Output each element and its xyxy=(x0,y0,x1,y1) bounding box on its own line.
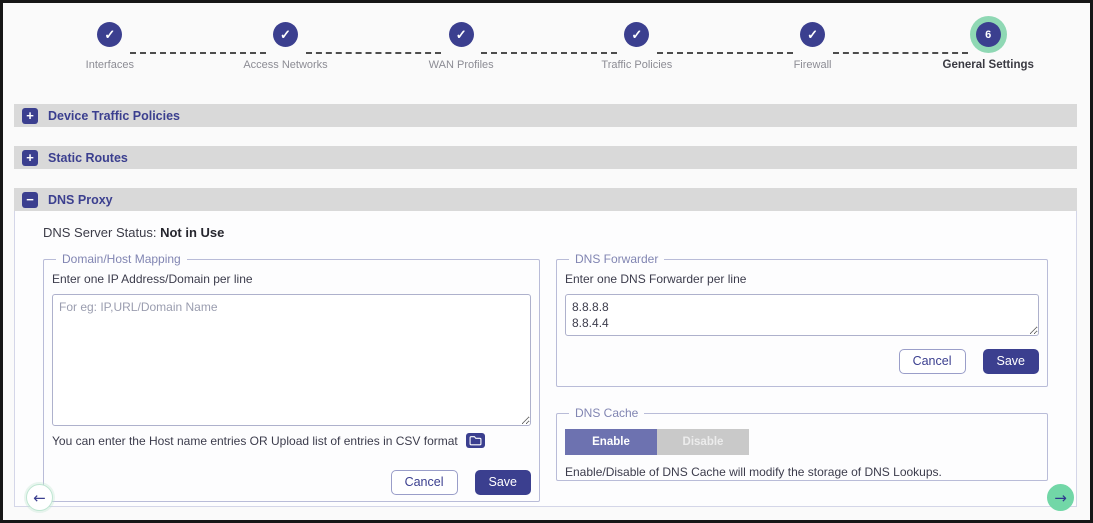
step-wan-profiles[interactable]: ✓ WAN Profiles xyxy=(373,22,549,71)
dns-server-status-value: Not in Use xyxy=(160,225,224,240)
step-traffic-policies[interactable]: ✓ Traffic Policies xyxy=(549,22,725,71)
step-firewall[interactable]: ✓ Firewall xyxy=(725,22,901,71)
host-mapping-cancel-button[interactable]: Cancel xyxy=(391,470,458,495)
step-label: Access Networks xyxy=(243,59,327,71)
dns-forwarder-cancel-button[interactable]: Cancel xyxy=(899,349,966,374)
dns-cache-section: DNS Cache Enable Disable Enable/Disable … xyxy=(556,406,1048,481)
folder-icon xyxy=(469,435,482,446)
previous-step-button[interactable]: ← xyxy=(26,484,53,511)
host-mapping-instruction: Enter one IP Address/Domain per line xyxy=(52,272,531,286)
dns-cache-disable-button[interactable]: Disable xyxy=(657,429,749,455)
dns-cache-toggle: Enable Disable xyxy=(565,429,1039,455)
domain-host-mapping-legend: Domain/Host Mapping xyxy=(56,252,187,266)
dns-cache-note: Enable/Disable of DNS Cache will modify … xyxy=(565,465,1039,479)
step-interfaces[interactable]: ✓ Interfaces xyxy=(22,22,198,71)
dns-forwarder-legend: DNS Forwarder xyxy=(569,252,664,266)
accordion-title: Device Traffic Policies xyxy=(48,109,180,123)
step-general-settings[interactable]: 6 General Settings xyxy=(900,22,1076,71)
step-label: Traffic Policies xyxy=(601,59,672,71)
dns-cache-enable-button[interactable]: Enable xyxy=(565,429,657,455)
dns-server-status-label: DNS Server Status: xyxy=(43,225,156,240)
dns-server-status: DNS Server Status: Not in Use xyxy=(43,225,1048,240)
dns-forwarder-instruction: Enter one DNS Forwarder per line xyxy=(565,272,1039,286)
accordion-title: Static Routes xyxy=(48,151,128,165)
dns-forwarder-section: DNS Forwarder Enter one DNS Forwarder pe… xyxy=(556,252,1048,387)
accordion-dns-proxy[interactable]: − DNS Proxy xyxy=(14,188,1077,211)
step-label: Interfaces xyxy=(86,59,134,71)
csv-upload-note: You can enter the Host name entries OR U… xyxy=(52,434,458,448)
dns-cache-legend: DNS Cache xyxy=(569,406,644,420)
dns-forwarder-textarea[interactable]: 8.8.8.8 8.8.4.4 xyxy=(565,294,1039,336)
step-check-icon: ✓ xyxy=(624,22,649,47)
accordion-static-routes[interactable]: + Static Routes xyxy=(14,146,1077,169)
step-access-networks[interactable]: ✓ Access Networks xyxy=(198,22,374,71)
step-check-icon: ✓ xyxy=(97,22,122,47)
step-label: Firewall xyxy=(794,59,832,71)
domain-host-mapping-section: Domain/Host Mapping Enter one IP Address… xyxy=(43,252,540,502)
expand-plus-icon[interactable]: + xyxy=(22,108,38,124)
wizard-stepper: ✓ Interfaces ✓ Access Networks ✓ WAN Pro… xyxy=(3,3,1090,104)
next-step-button[interactable]: → xyxy=(1047,484,1074,511)
step-label: WAN Profiles xyxy=(429,59,494,71)
wizard-page: ✓ Interfaces ✓ Access Networks ✓ WAN Pro… xyxy=(0,0,1093,523)
collapse-minus-icon[interactable]: − xyxy=(22,192,38,208)
dns-proxy-panel: DNS Server Status: Not in Use Domain/Hos… xyxy=(14,211,1077,507)
host-mapping-save-button[interactable]: Save xyxy=(475,470,532,495)
arrow-left-icon: ← xyxy=(33,489,46,507)
step-check-icon: ✓ xyxy=(449,22,474,47)
host-mapping-textarea[interactable] xyxy=(52,294,531,426)
arrow-right-icon: → xyxy=(1054,489,1067,507)
step-check-icon: ✓ xyxy=(273,22,298,47)
step-number-badge: 6 xyxy=(976,22,1001,47)
step-label: General Settings xyxy=(943,59,1034,71)
step-check-icon: ✓ xyxy=(800,22,825,47)
csv-upload-folder-icon[interactable] xyxy=(466,433,485,448)
expand-plus-icon[interactable]: + xyxy=(22,150,38,166)
accordion-device-traffic-policies[interactable]: + Device Traffic Policies xyxy=(14,104,1077,127)
accordion-title: DNS Proxy xyxy=(48,193,113,207)
dns-forwarder-save-button[interactable]: Save xyxy=(983,349,1040,374)
